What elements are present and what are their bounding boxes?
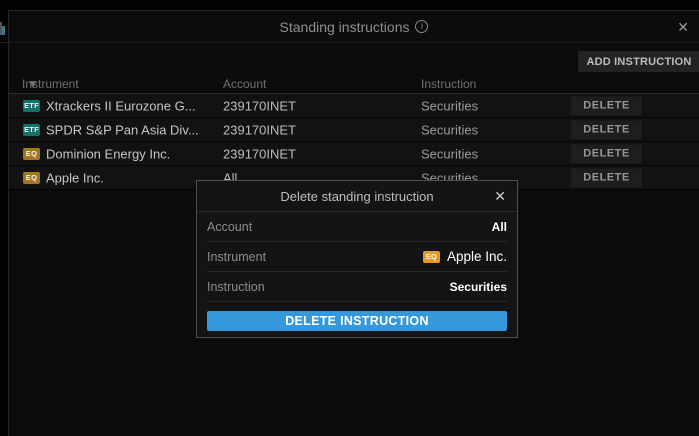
modal-title: Delete standing instruction (280, 189, 433, 204)
account-value: 239170INET (223, 122, 296, 137)
column-header-instruction[interactable]: Instruction (421, 77, 476, 91)
field-label: Instruction (207, 280, 265, 294)
delete-instruction-button[interactable]: DELETE INSTRUCTION (207, 311, 507, 331)
field-account: Account All (207, 212, 507, 242)
instrument-name: Xtrackers II Eurozone G... (46, 98, 196, 113)
instruction-value: Securities (421, 146, 478, 161)
field-label: Account (207, 220, 252, 234)
instrument-name: Apple Inc. (447, 249, 507, 264)
field-value: Securities (450, 280, 507, 294)
table-header-row: Instrument▼ Account Instruction (9, 74, 699, 94)
instrument-name: Dominion Energy Inc. (46, 146, 170, 161)
instrument-name: SPDR S&P Pan Asia Div... (46, 122, 199, 137)
instructions-table: Instrument▼ Account Instruction ETF Xtra… (9, 74, 699, 190)
delete-instruction-modal: Delete standing instruction ✕ Account Al… (196, 180, 518, 338)
background-app-divider (0, 42, 8, 43)
background-app-accent-fragment (2, 26, 5, 35)
field-instruction: Instruction Securities (207, 272, 507, 302)
close-icon[interactable]: ✕ (673, 19, 693, 36)
asset-type-badge-eq: EQ (23, 172, 40, 184)
add-instruction-button[interactable]: ADD INSTRUCTION (578, 51, 699, 72)
dialog-title-text: Standing instructions (280, 19, 410, 35)
field-value: EQ Apple Inc. (423, 249, 507, 264)
sort-desc-icon: ▼ (27, 77, 39, 91)
field-value: All (492, 220, 507, 234)
instruction-value: Securities (421, 122, 478, 137)
table-row: ETF SPDR S&P Pan Asia Div... 239170INET … (9, 118, 699, 142)
modal-close-icon[interactable]: ✕ (492, 188, 508, 205)
asset-type-badge-etf: ETF (23, 100, 40, 112)
info-icon[interactable]: i (415, 20, 428, 33)
delete-button[interactable]: DELETE (571, 168, 642, 187)
delete-button[interactable]: DELETE (571, 96, 642, 115)
field-label: Instrument (207, 250, 266, 264)
account-value: 239170INET (223, 146, 296, 161)
asset-type-badge-etf: ETF (23, 124, 40, 136)
modal-titlebar: Delete standing instruction ✕ (197, 181, 517, 212)
table-row: EQ Dominion Energy Inc. 239170INET Secur… (9, 142, 699, 166)
delete-button[interactable]: DELETE (571, 144, 642, 163)
account-value: 239170INET (223, 98, 296, 113)
asset-type-badge-eq: EQ (423, 251, 440, 263)
delete-button[interactable]: DELETE (571, 120, 642, 139)
field-instrument: Instrument EQ Apple Inc. (207, 242, 507, 272)
instruction-value: Securities (421, 98, 478, 113)
column-header-account[interactable]: Account (223, 77, 266, 91)
instrument-name: Apple Inc. (46, 170, 104, 185)
modal-fields: Account All Instrument EQ Apple Inc. Ins… (207, 212, 507, 302)
asset-type-badge-eq: EQ (23, 148, 40, 160)
screen: Standing instructions i ✕ ADD INSTRUCTIO… (0, 0, 699, 436)
dialog-title: Standing instructions i (280, 19, 429, 35)
dialog-titlebar: Standing instructions i ✕ (9, 11, 699, 43)
table-row: ETF Xtrackers II Eurozone G... 239170INE… (9, 94, 699, 118)
